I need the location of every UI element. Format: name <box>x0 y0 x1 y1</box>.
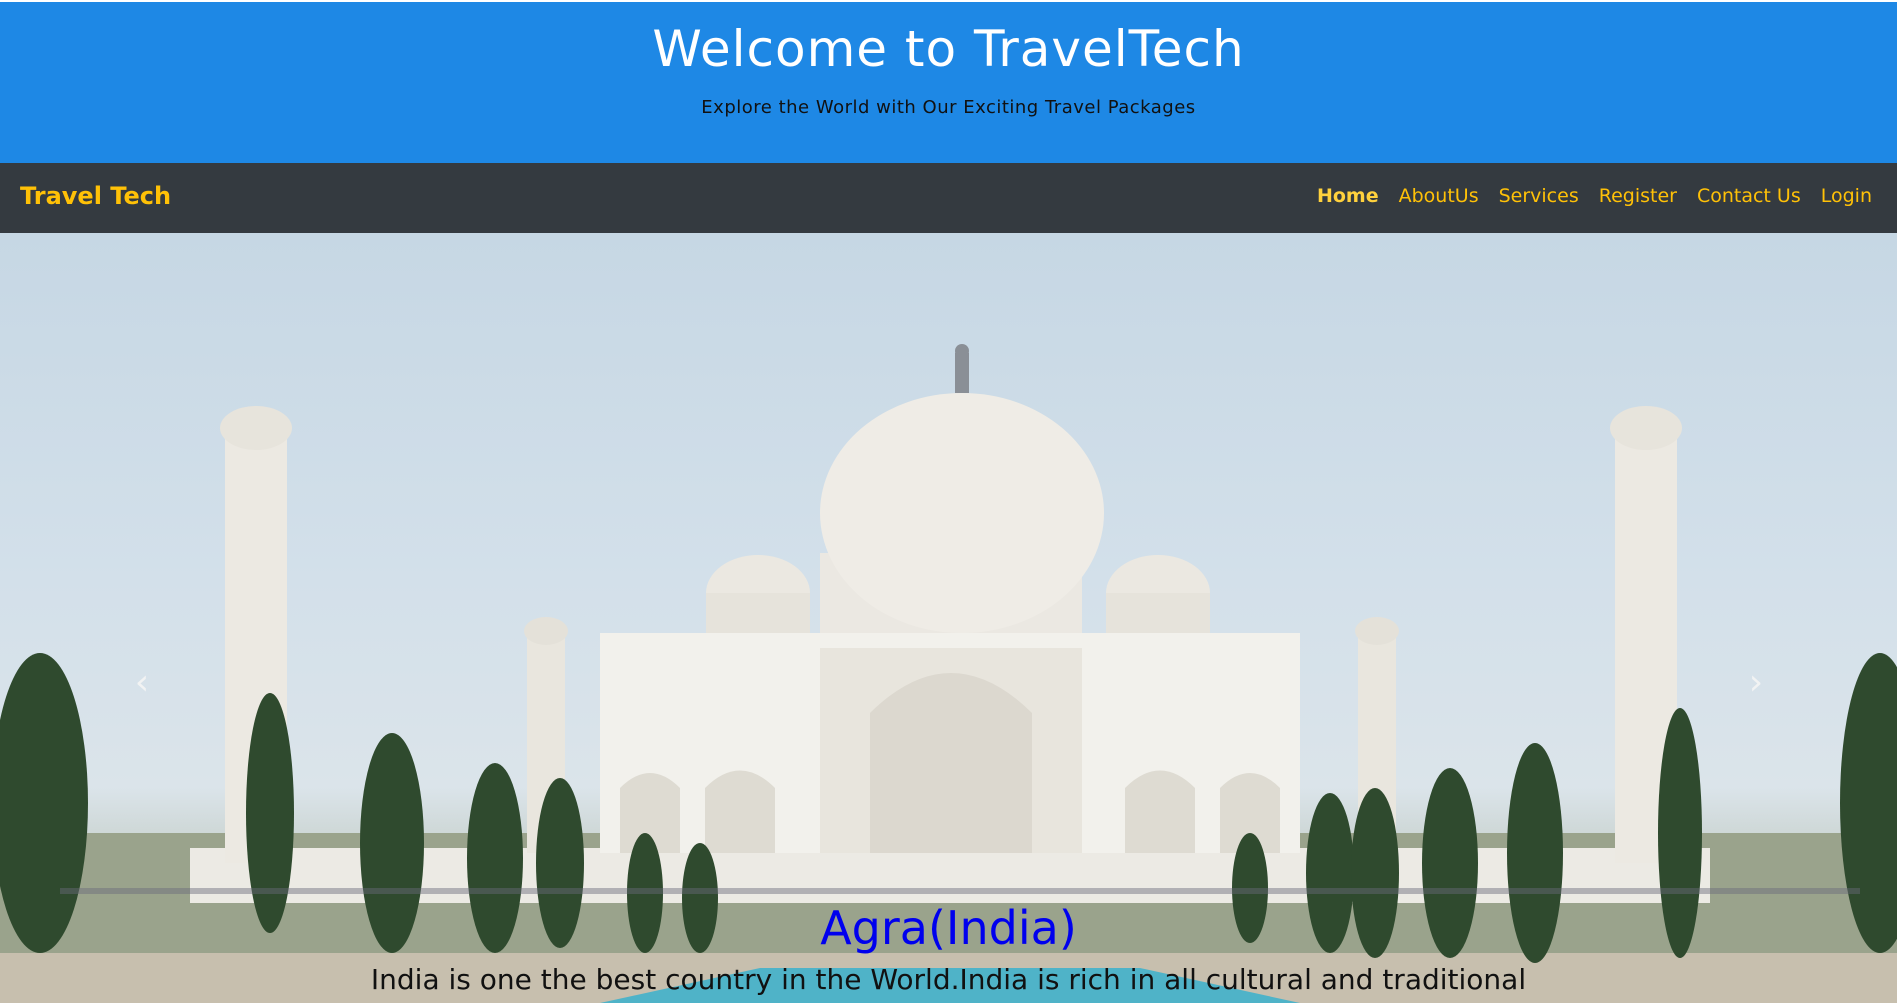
site-header: Welcome to TravelTech Explore the World … <box>0 2 1897 163</box>
hero-carousel: ‹ › Agra(India) India is one the best co… <box>0 233 1897 1003</box>
chevron-left-icon: ‹ <box>134 662 150 703</box>
carousel-next-button[interactable]: › <box>1736 663 1776 703</box>
brand-link[interactable]: Travel Tech <box>20 182 171 210</box>
nav-aboutus[interactable]: AboutUs <box>1399 185 1479 207</box>
page: Welcome to TravelTech Explore the World … <box>0 0 1897 1003</box>
navbar: Travel Tech Home AboutUs Services Regist… <box>0 163 1897 233</box>
nav-login[interactable]: Login <box>1821 185 1872 207</box>
caption-title: Agra(India) <box>820 901 1077 955</box>
nav-services[interactable]: Services <box>1499 185 1579 207</box>
taj-mahal-photo <box>0 344 1897 1003</box>
caption-text: India is one the best country in the Wor… <box>370 963 1527 996</box>
site-tagline: Explore the World with Our Exciting Trav… <box>701 97 1196 118</box>
nav-register[interactable]: Register <box>1599 185 1677 207</box>
carousel-prev-button[interactable]: ‹ <box>122 663 162 703</box>
nav-links: Home AboutUs Services Register Contact U… <box>1317 185 1872 207</box>
carousel-caption: Agra(India) India is one the best countr… <box>0 901 1897 996</box>
nav-home[interactable]: Home <box>1317 185 1379 207</box>
nav-contact-us[interactable]: Contact Us <box>1697 185 1801 207</box>
chevron-right-icon: › <box>1748 662 1764 703</box>
site-title: Welcome to TravelTech <box>652 20 1245 78</box>
